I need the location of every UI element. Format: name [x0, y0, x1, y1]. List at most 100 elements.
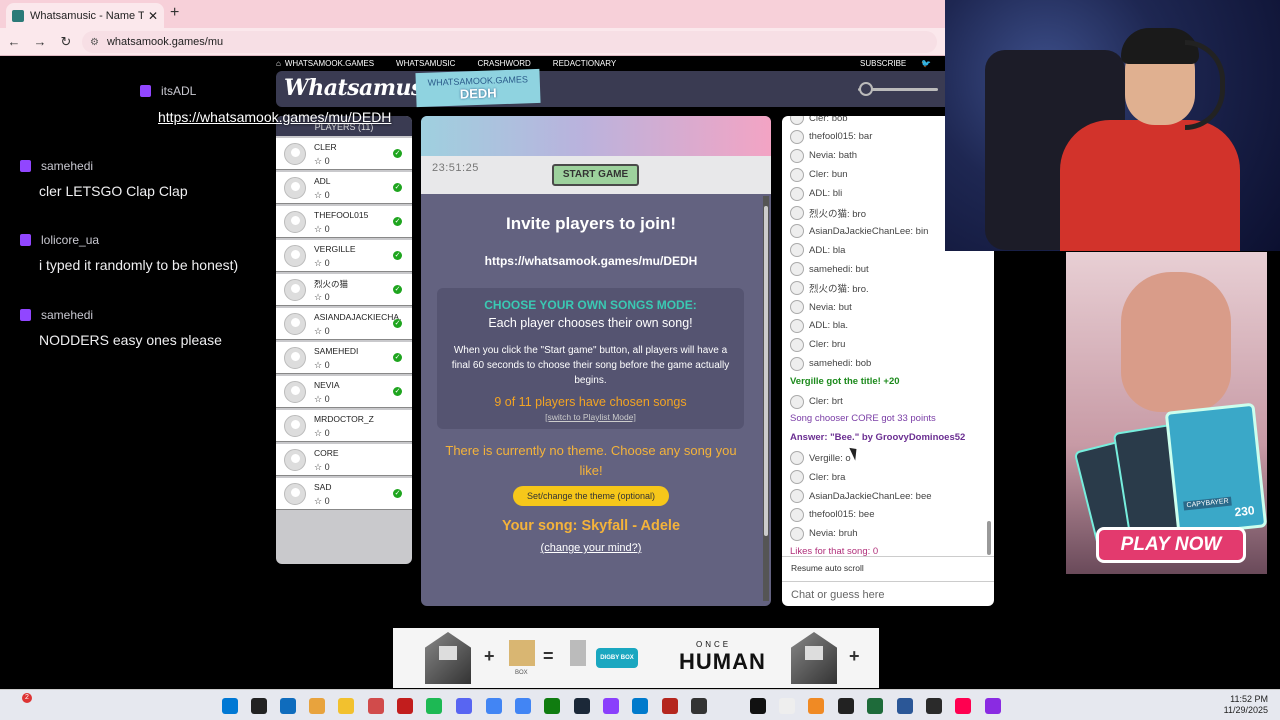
plus-icon: + — [484, 646, 495, 666]
taskbar-app-icon[interactable] — [486, 698, 502, 714]
nav-link-redactionary[interactable]: REDACTIONARY — [553, 59, 616, 68]
scrollbar-thumb[interactable] — [764, 206, 768, 536]
side-advertisement[interactable]: CAPYBAYER 230 PLAY NOW — [1066, 252, 1267, 574]
avatar — [790, 186, 804, 201]
avatar — [284, 313, 306, 335]
invite-url[interactable]: https://whatsamook.games/mu/DEDH — [421, 254, 761, 268]
chat-message: Cler: bob — [790, 116, 848, 125]
bottom-advertisement[interactable]: + BOX = DIGBY BOX ONCE HUMAN + — [393, 628, 879, 688]
twitter-icon[interactable]: 🐦 — [921, 59, 931, 68]
taskbar-app-icon[interactable] — [368, 698, 384, 714]
player-row[interactable]: CLER ☆ 0 ✓ — [276, 138, 412, 170]
taskbar-app-icon[interactable] — [838, 698, 854, 714]
forward-icon[interactable]: → — [28, 34, 52, 49]
player-row[interactable]: VERGILLE ☆ 0 ✓ — [276, 240, 412, 272]
taskbar-app-icon[interactable] — [603, 698, 619, 714]
nav-link-whatsamook[interactable]: WHATSAMOOK.GAMES — [285, 59, 374, 68]
twitch-user: samehedi — [41, 159, 94, 173]
taskbar-app-icon[interactable] — [779, 698, 795, 714]
taskbar-app-icon[interactable] — [222, 698, 238, 714]
change-mind-link[interactable]: (change your mind?) — [421, 542, 761, 554]
subscribe-link[interactable]: SUBSCRIBE — [860, 59, 906, 68]
stream-room-url: https://whatsamook.games/mu/DEDH — [158, 109, 392, 125]
ad-card-main: CAPYBAYER 230 — [1164, 402, 1267, 537]
player-name: CORE — [314, 448, 339, 458]
twitch-badge-icon — [20, 309, 31, 321]
chat-message: Cler: bun — [790, 167, 848, 182]
player-row[interactable]: ASIANDAJACKIECHA... ☆ 0 ✓ — [276, 308, 412, 340]
player-row[interactable]: CORE ☆ 0 — [276, 444, 412, 476]
taskbar-app-icon[interactable] — [897, 698, 913, 714]
ready-check-icon: ✓ — [393, 489, 402, 498]
chat-message: Answer: "Bee." by GroovyDominoes52 — [790, 432, 966, 444]
taskbar-app-icon[interactable] — [397, 698, 413, 714]
taskbar-app-icon[interactable] — [515, 698, 531, 714]
nav-link-whatsamusic[interactable]: WHATSAMUSIC — [396, 59, 455, 68]
new-tab-icon[interactable]: + — [170, 4, 179, 22]
taskbar-app-icon[interactable] — [867, 698, 883, 714]
taskbar-app-icon[interactable] — [456, 698, 472, 714]
player-row[interactable]: NEVIA ☆ 0 ✓ — [276, 376, 412, 408]
nav-link-crashword[interactable]: CRASHWORD — [477, 59, 530, 68]
site-info-icon[interactable]: ⚙ — [90, 37, 99, 48]
taskbar-app-icon[interactable] — [338, 698, 354, 714]
player-row[interactable]: SAD ☆ 0 ✓ — [276, 478, 412, 510]
taskbar-app-icon[interactable] — [926, 698, 942, 714]
avatar — [284, 347, 306, 369]
taskbar-app-icon[interactable] — [691, 698, 707, 714]
avatar — [284, 449, 306, 471]
taskbar-app-icon[interactable] — [955, 698, 971, 714]
taskbar-app-icon[interactable] — [662, 698, 678, 714]
chat-message: Cler: bra — [790, 470, 845, 485]
address-bar[interactable]: ⚙ whatsamook.games/mu — [82, 31, 937, 53]
chat-message: Nevia: bath — [790, 148, 857, 163]
taskbar-app-icon[interactable] — [808, 698, 824, 714]
player-score: ☆ 0 — [314, 360, 330, 370]
resume-auto-scroll-button[interactable]: Resume auto scroll — [782, 556, 994, 576]
taskbar-app-icon[interactable] — [632, 698, 648, 714]
player-row[interactable]: MRDOCTOR_Z ☆ 0 — [276, 410, 412, 442]
browser-tab[interactable]: Whatsamusic - Name That Tun ✕ — [6, 3, 164, 28]
taskbar-clock[interactable]: 11:52 PM 11/29/2025 — [1216, 694, 1268, 716]
player-score: ☆ 0 — [314, 224, 330, 234]
volume-slider-handle[interactable] — [859, 82, 873, 96]
player-row[interactable]: SAMEHEDI ☆ 0 ✓ — [276, 342, 412, 374]
taskbar-app-icon[interactable] — [985, 698, 1001, 714]
taskbar-app-icon[interactable] — [750, 698, 766, 714]
twitch-message: samehedi NODDERS easy ones please — [20, 308, 222, 348]
site-favicon-icon — [12, 9, 24, 22]
taskbar-app-icon[interactable] — [251, 698, 267, 714]
chat-message: Nevia: but — [790, 300, 852, 314]
set-theme-button[interactable]: Set/change the theme (optional) — [513, 486, 669, 506]
close-tab-icon[interactable]: ✕ — [148, 9, 158, 23]
player-name: ADL — [314, 176, 331, 186]
taskbar-app-icon[interactable] — [544, 698, 560, 714]
switch-mode-link[interactable]: [switch to Playlist Mode] — [437, 412, 744, 422]
chat-input[interactable]: Chat or guess here — [782, 581, 994, 606]
start-game-button[interactable]: START GAME — [552, 164, 639, 186]
chat-message: AsianDaJackieChanLee: bee — [790, 489, 932, 503]
back-icon[interactable]: ← — [2, 34, 26, 49]
avatar — [284, 143, 306, 165]
player-row[interactable]: ADL ☆ 0 ✓ — [276, 172, 412, 204]
reload-icon[interactable]: ↻ — [54, 34, 78, 50]
game-scrollbar[interactable] — [763, 196, 769, 601]
ready-check-icon: ✓ — [393, 251, 402, 260]
game-panel: 23:51:25 START GAME Invite players to jo… — [421, 116, 771, 606]
avatar — [790, 507, 804, 522]
equals-icon: = — [543, 646, 554, 666]
twitch-chat-overlay: samehedi cler LETSGO Clap Clap lolicore_… — [0, 56, 270, 626]
taskbar-app-icon[interactable] — [280, 698, 296, 714]
ad-card-label: CAPYBAYER — [1183, 496, 1233, 511]
chat-scrollbar[interactable] — [987, 521, 991, 555]
taskbar-app-icon[interactable] — [574, 698, 590, 714]
player-name: VERGILLE — [314, 244, 356, 254]
play-now-button[interactable]: PLAY NOW — [1096, 527, 1246, 563]
twitch-user: samehedi — [41, 308, 94, 322]
taskbar-app-icon[interactable] — [426, 698, 442, 714]
player-row[interactable]: 烈火の猫 ☆ 0 ✓ — [276, 274, 412, 306]
twitch-message: samehedi cler LETSGO Clap Clap — [20, 159, 188, 199]
taskbar-app-icon[interactable] — [309, 698, 325, 714]
player-row[interactable]: THEFOOL015 ☆ 0 ✓ — [276, 206, 412, 238]
mode-info-box: CHOOSE YOUR OWN SONGS MODE: Each player … — [437, 288, 744, 429]
